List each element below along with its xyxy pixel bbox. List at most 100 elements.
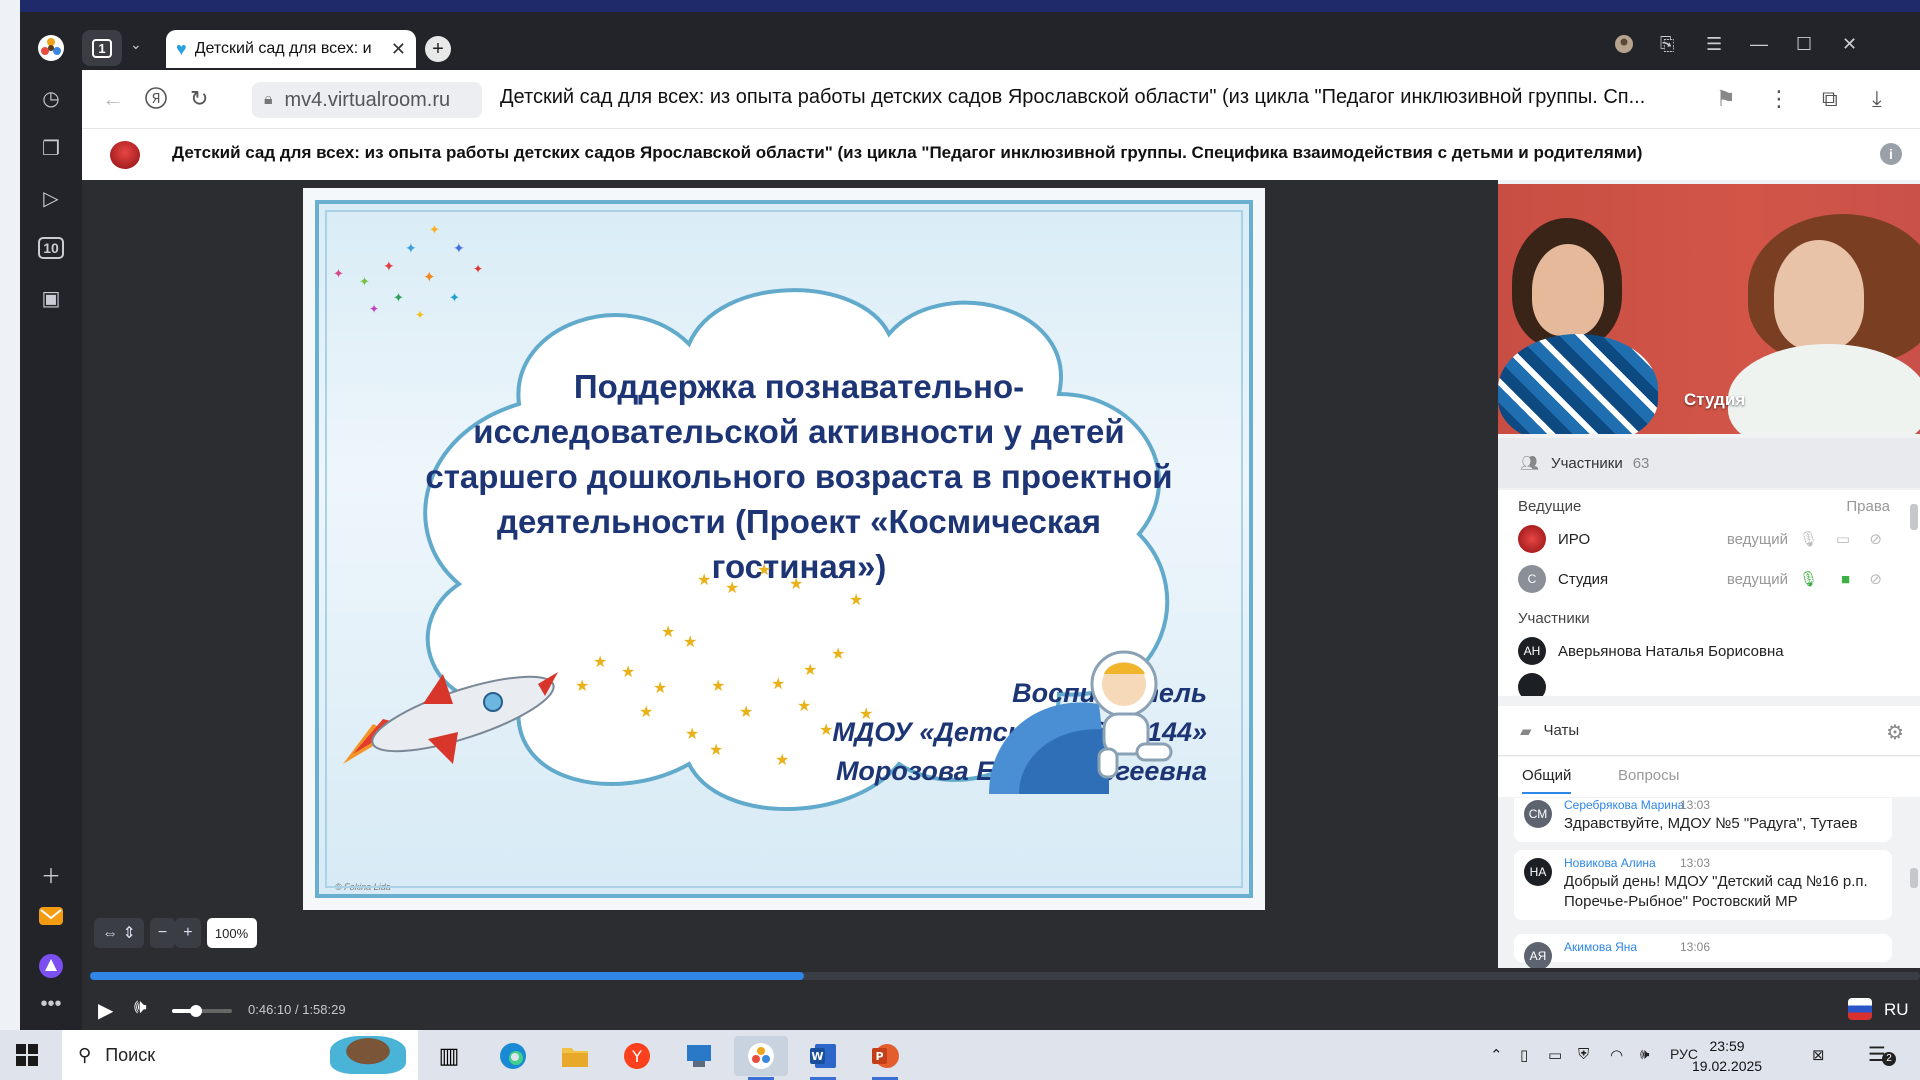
camera-off-icon[interactable]: ▭ [1836,530,1850,548]
screen-share-off-icon[interactable]: ⊘ [1869,570,1882,588]
desktop-switch-icon[interactable]: ⊠ [1812,1046,1825,1064]
collections-icon[interactable]: ❐ [31,128,71,168]
security-icon[interactable]: ⛨ [1578,1046,1589,1063]
gear-icon[interactable]: ⚙ [1886,720,1904,745]
menu-icon[interactable]: ☰ [1706,34,1722,55]
slide-heading: Поддержка познавательно-исследовательско… [425,368,1173,585]
video-play-icon[interactable]: ▷ [31,178,71,218]
player-controls: ▶ 🕪︎ 0:46:10 / 1:58:29 RU [82,990,1920,1030]
volume-knob[interactable] [190,1005,202,1017]
camera-on-icon[interactable]: ■ [1841,571,1850,588]
task-view-icon[interactable]: ▥ [422,1036,476,1076]
file-explorer-icon[interactable] [548,1036,602,1076]
participant-row[interactable]: С Студия ведущий 🎙︎ ■ ⊘ [1518,562,1898,596]
maximize-icon[interactable]: ☐ [1796,34,1812,55]
iro-avatar [1518,525,1546,553]
screen-share-off-icon[interactable]: ⊘ [1869,530,1882,548]
zoom-out-button[interactable]: − [149,918,176,948]
powerpoint-icon[interactable]: P [858,1036,912,1080]
tray-chevron-icon[interactable]: ⌃ [1490,1046,1503,1064]
chat-message: СМ Серебрякова Марина 13:03 Здравствуйте… [1514,798,1892,842]
participants-header[interactable]: 👥︎ Участники 63 [1498,438,1920,488]
battery-icon[interactable]: ▭ [1548,1046,1562,1064]
participant-name: Студия [1558,570,1609,588]
participants-title: Участники [1551,454,1623,472]
active-tab[interactable]: ♥ Детский сад для всех: и ✕ [166,30,416,68]
playback-progress[interactable] [90,972,1920,980]
message-avatar: СМ [1524,800,1552,828]
notifications-icon[interactable]: ☰ 2 [1868,1042,1896,1067]
studio-avatar: С [1518,565,1546,593]
star-icon: ★ [831,646,846,663]
windows-start-icon[interactable] [16,1044,38,1066]
bookmark-flag-icon[interactable]: ⚑ [1716,86,1736,112]
alice-assistant-icon[interactable] [31,946,71,986]
collections-bar-icon[interactable]: ⧉ [1822,86,1838,112]
participant-row[interactable] [1518,670,1898,696]
tab-questions[interactable]: Вопросы [1618,767,1679,784]
planet-illustration [989,702,1109,794]
volume-slider[interactable] [172,1005,232,1017]
profile-icon[interactable] [1614,34,1634,59]
right-panel: Студия 👥︎ Участники 63 Ведущие Права ИРО… [1498,180,1920,968]
yandex-browser-active-icon[interactable] [734,1036,788,1080]
chats-header[interactable]: ▰ Чаты ⚙ [1498,706,1920,756]
history-icon[interactable]: ◷ [31,78,71,118]
star-icon: ★ [711,678,726,695]
mail-icon[interactable] [31,896,71,936]
bookmarks-icon[interactable]: ⎘ [1660,34,1674,55]
fit-width-button[interactable]: ⇔ ⇕ [94,918,144,948]
counter-10-icon[interactable]: 10 [31,228,71,268]
astronaut-illustration [1090,650,1173,779]
speaker-icon[interactable]: 🕪︎ [1640,1046,1649,1063]
volume-icon[interactable]: 🕪︎ [134,996,147,1019]
wifi-icon[interactable]: ◠ [1610,1046,1623,1064]
minimize-icon[interactable]: — [1750,34,1768,55]
vertical-dots-icon[interactable]: ⋮ [1768,86,1790,112]
teacher-app-icon[interactable] [672,1036,726,1076]
taskbar-search[interactable]: ⚲ Поиск [62,1030,418,1080]
add-panel-icon[interactable]: ＋ [31,854,71,894]
participants-list: Ведущие Права ИРО ведущий 🎙︎ ▭ ⊘ С Студи… [1498,490,1920,696]
browser-logo-icon[interactable] [31,28,71,68]
tab-general[interactable]: Общий [1522,767,1572,794]
edge-icon[interactable] [486,1036,540,1076]
playback-progress-fill [90,972,804,980]
star-icon: ★ [775,752,790,769]
chevron-down-icon[interactable]: ⌄ [130,36,142,53]
clock[interactable]: 23:59 19.02.2025 [1692,1036,1762,1076]
close-tab-icon[interactable]: ✕ [391,39,406,60]
tab-counter-button[interactable]: 1 [82,30,122,66]
language-code[interactable]: RU [1884,1000,1909,1020]
zoom-in-button[interactable]: + [175,918,201,948]
reload-icon[interactable]: ↻ [190,86,208,112]
mic-off-icon[interactable]: 🎙︎ [1799,530,1818,548]
russian-flag-icon[interactable] [1848,998,1872,1020]
back-arrow-icon[interactable]: ← [102,86,124,112]
close-window-icon[interactable]: ✕ [1842,34,1857,55]
yandex-browser-icon[interactable]: Y [610,1036,664,1076]
svg-text:W: W [811,1050,823,1063]
mic-on-icon[interactable]: 🎙︎ [1799,570,1818,588]
url-field[interactable]: 🔒︎ mv4.virtualroom.ru [252,82,482,118]
chat-scrollbar[interactable] [1910,868,1918,888]
word-icon[interactable]: W [796,1036,850,1080]
star-icon: ★ [639,704,654,721]
chat-message: АЯ Акимова Яна 13:06 [1514,934,1892,968]
participant-row[interactable]: АН Аверьянова Наталья Борисовна [1518,634,1898,668]
screenshot-icon[interactable]: ▣ [31,278,71,318]
yandex-icon[interactable]: Я [144,86,168,116]
info-icon[interactable]: i [1880,143,1902,165]
url-domain: mv4.virtualroom.ru [284,88,451,111]
svg-text:Я: Я [151,92,160,107]
more-icon[interactable]: ••• [31,984,71,1024]
participant-row[interactable]: ИРО ведущий 🎙︎ ▭ ⊘ [1518,522,1898,556]
play-icon[interactable]: ▶ [98,998,113,1023]
new-tab-button[interactable]: + [425,36,451,62]
meet-now-icon[interactable]: ▯ [1520,1046,1528,1064]
tab-bar: 1 ⌄ ♥ Детский сад для всех: и ✕ + ⎘ ☰ — … [82,12,1920,70]
star-icon: ★ [803,662,818,679]
download-icon[interactable]: ⤓ [1872,86,1882,112]
zoom-level[interactable]: 100% [206,918,257,948]
participants-scrollbar[interactable] [1910,504,1918,530]
